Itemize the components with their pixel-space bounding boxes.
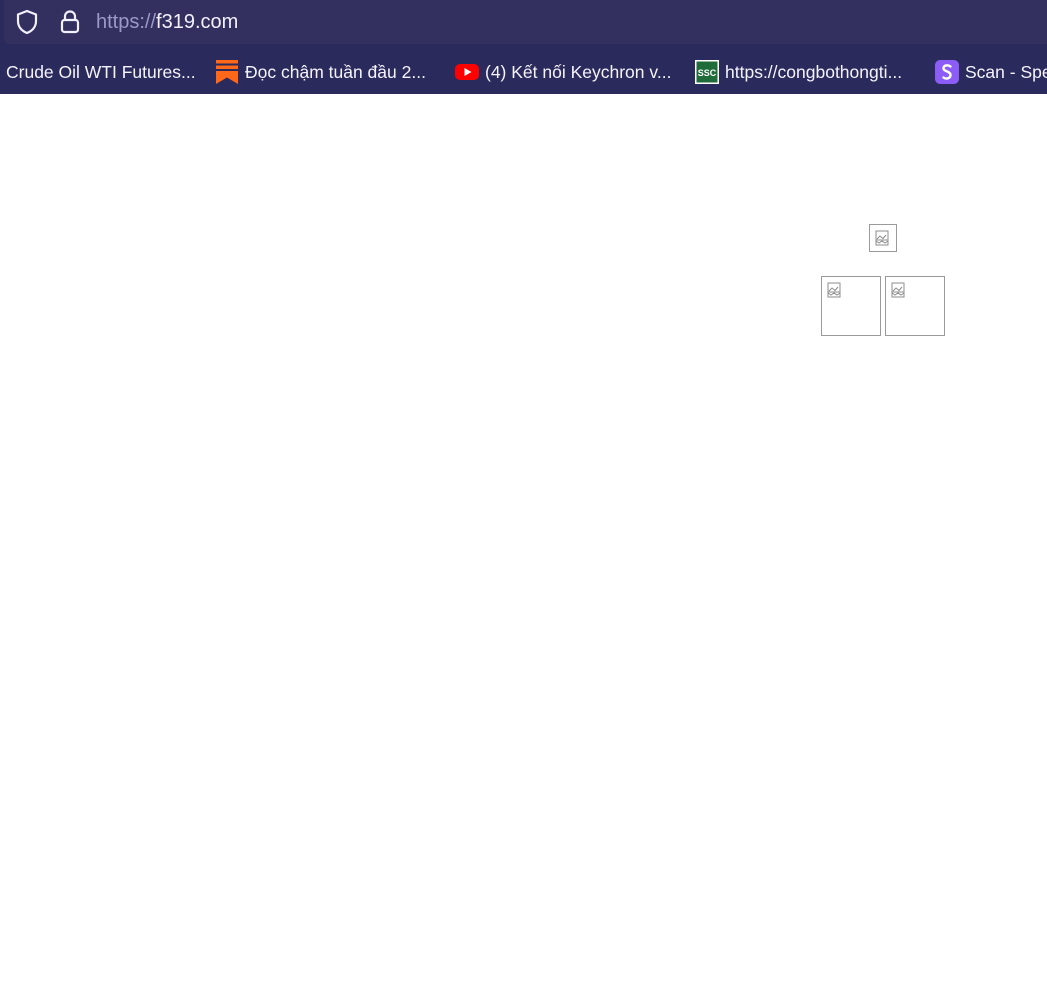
bookmark-congbothongtin[interactable]: SSC https://congbothongti...	[695, 60, 902, 84]
shield-icon[interactable]	[16, 9, 38, 35]
broken-image-icon	[891, 282, 905, 298]
bookmarks-toolbar: Crude Oil WTI Futures... Đọc chậm tuần đ…	[0, 52, 1047, 92]
address-bar[interactable]: https://f319.com	[4, 0, 1047, 44]
bookmark-label: Scan - Spe	[965, 61, 1047, 82]
broken-image-right	[885, 276, 945, 336]
lock-icon[interactable]	[59, 9, 81, 35]
bookmark-crude-oil[interactable]: Crude Oil WTI Futures...	[6, 60, 196, 84]
bookmark-label: https://congbothongti...	[725, 61, 903, 82]
substack-icon	[215, 60, 239, 84]
bookmark-label: Đọc chậm tuần đầu 2...	[245, 61, 426, 82]
bookmark-doc-cham[interactable]: Đọc chậm tuần đầu 2...	[215, 60, 426, 84]
bookmark-label: Crude Oil WTI Futures...	[6, 61, 196, 82]
broken-image-left	[821, 276, 881, 336]
youtube-icon	[455, 60, 479, 84]
browser-toolbar: https://f319.com Crude Oil WTI Futures..…	[0, 0, 1047, 94]
bookmark-youtube-keychron[interactable]: (4) Kết nối Keychron v...	[455, 60, 671, 84]
svg-text:SSC: SSC	[698, 68, 717, 78]
bookmark-scan[interactable]: Scan - Spe	[935, 60, 1047, 84]
bookmark-label: (4) Kết nối Keychron v...	[485, 61, 672, 82]
url-host: f319.com	[156, 11, 239, 33]
broken-image-icon	[875, 230, 889, 246]
ssc-icon: SSC	[695, 60, 719, 84]
broken-image-icon	[827, 282, 841, 298]
url-text[interactable]: https://f319.com	[96, 10, 238, 34]
scan-app-icon	[935, 60, 959, 84]
broken-image-top	[869, 224, 897, 252]
url-scheme: https://	[96, 11, 157, 33]
